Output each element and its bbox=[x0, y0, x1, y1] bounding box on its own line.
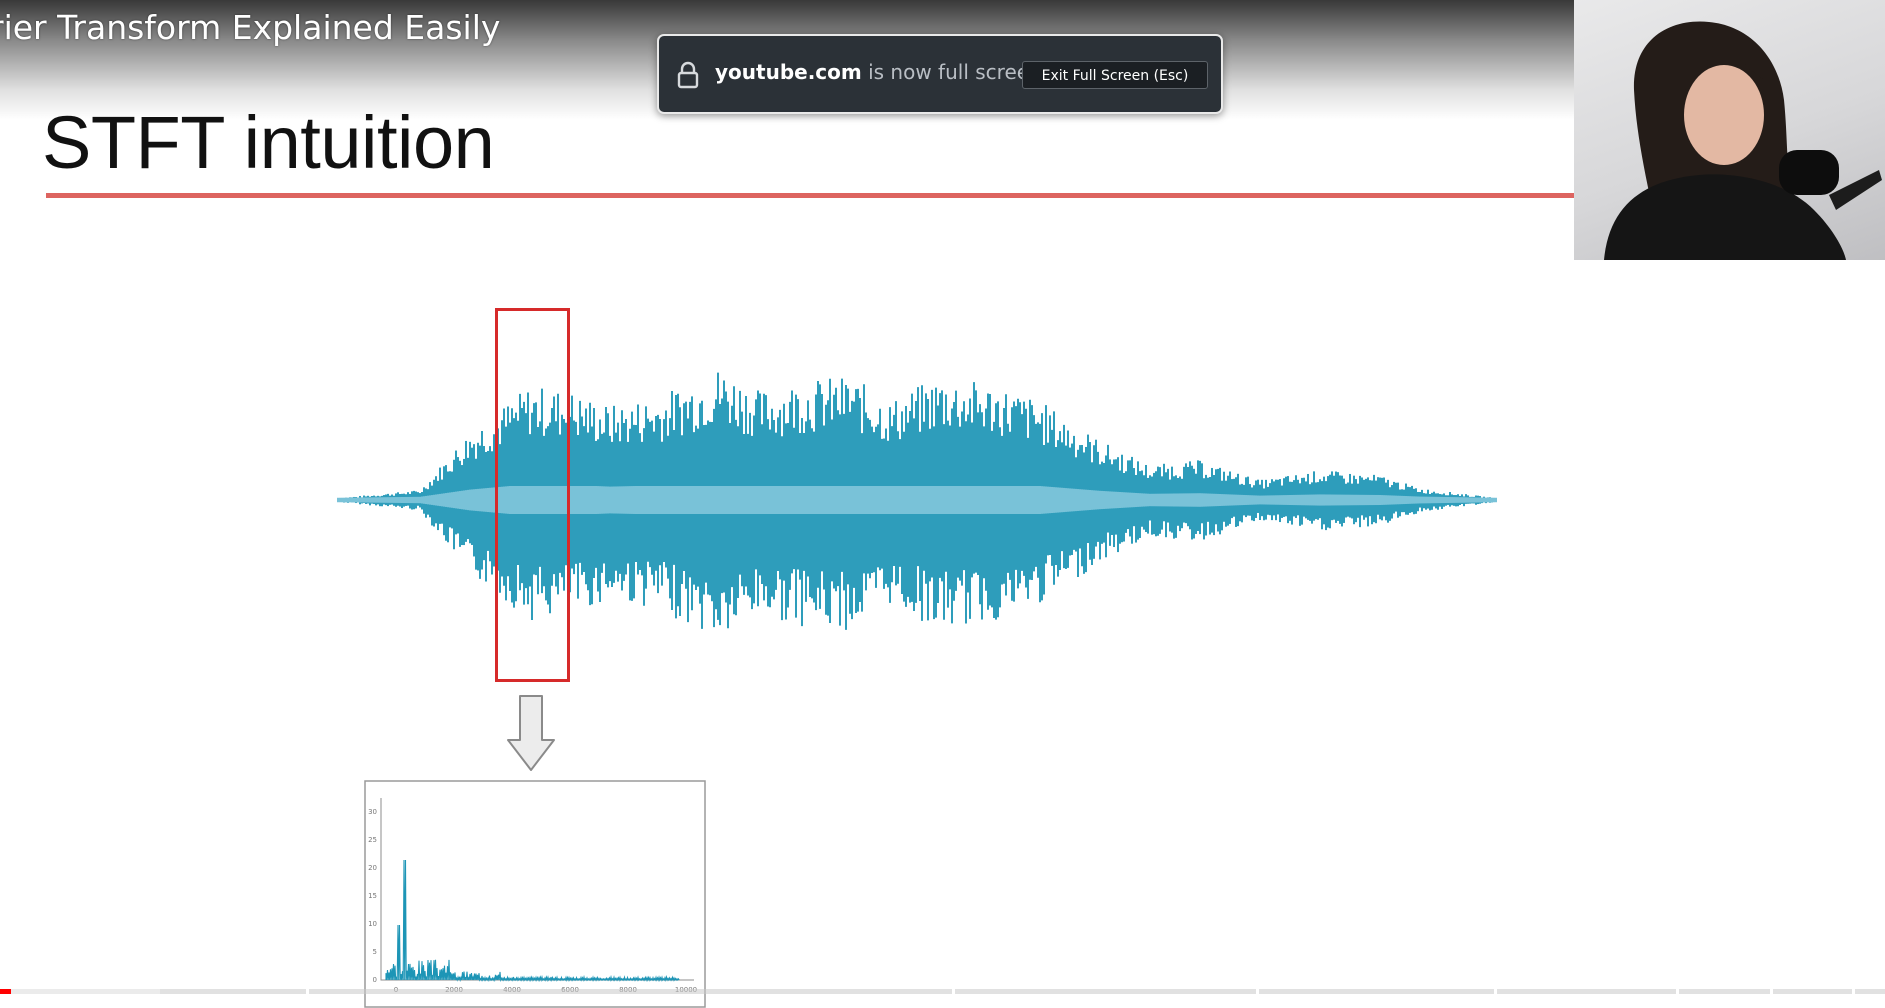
fullscreen-message-text: is now full screen bbox=[861, 60, 1042, 84]
spectrum-plot-frame bbox=[364, 780, 706, 1008]
chapter-marker bbox=[1256, 989, 1259, 994]
progress-bar[interactable] bbox=[0, 989, 1885, 994]
spectrum-y-tick: 20 bbox=[368, 864, 377, 872]
spectrum-y-tick: 30 bbox=[368, 808, 377, 816]
spectrum-y-tick: 10 bbox=[368, 920, 377, 928]
fullscreen-notification: youtube.com is now full screen Exit Full… bbox=[657, 34, 1223, 114]
chapter-marker bbox=[1770, 989, 1773, 994]
slide-title-underline bbox=[46, 193, 1576, 198]
video-title[interactable]: rier Transform Explained Easily bbox=[0, 8, 500, 47]
progress-played bbox=[0, 989, 12, 994]
fullscreen-message: youtube.com is now full screen bbox=[715, 60, 1042, 84]
chapter-marker bbox=[952, 989, 955, 994]
spectrum-y-tick: 5 bbox=[373, 948, 377, 956]
chapter-marker bbox=[1852, 989, 1855, 994]
video-frame[interactable]: STFT intuition 3025201510500200040006000… bbox=[0, 0, 1885, 1008]
spectrum-plot: 3025201510500200040006000800010000 bbox=[364, 780, 706, 1008]
audio-waveform bbox=[337, 372, 1497, 630]
spectrum-y-tick: 15 bbox=[368, 892, 377, 900]
progress-buffered bbox=[0, 989, 161, 994]
analysis-window-box bbox=[495, 308, 570, 682]
lock-icon bbox=[677, 61, 699, 89]
spectrum-y-tick: 0 bbox=[373, 976, 377, 984]
chapter-marker bbox=[306, 989, 309, 994]
webcam-overlay bbox=[1574, 0, 1885, 260]
fullscreen-domain: youtube.com bbox=[715, 60, 862, 84]
chapter-marker bbox=[1494, 989, 1497, 994]
down-arrow-icon bbox=[507, 695, 555, 771]
chapter-marker bbox=[1676, 989, 1679, 994]
spectrum-y-tick: 25 bbox=[368, 836, 377, 844]
exit-fullscreen-button[interactable]: Exit Full Screen (Esc) bbox=[1022, 61, 1208, 89]
